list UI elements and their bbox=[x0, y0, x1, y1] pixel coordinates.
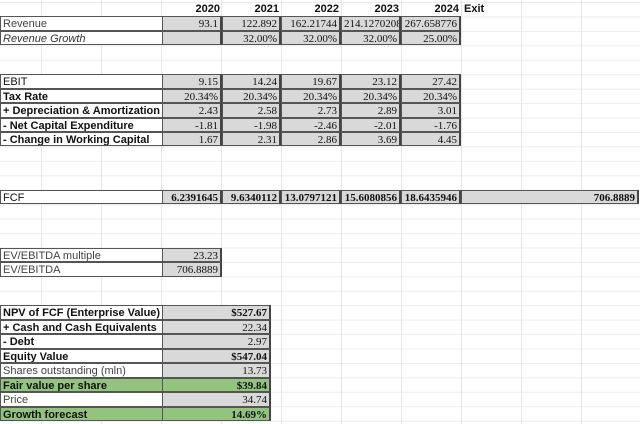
valuation-label: NPV of FCF (Enterprise Value) bbox=[0, 305, 162, 320]
value-cell[interactable]: 2.43 bbox=[162, 103, 222, 118]
valuation-value[interactable]: 34.74 bbox=[162, 392, 271, 407]
value-cell[interactable]: -2.46 bbox=[281, 117, 341, 133]
value-cell[interactable]: 14.24 bbox=[222, 74, 281, 89]
value-cell[interactable]: 9.15 bbox=[162, 74, 222, 89]
year-header: 2021 bbox=[254, 3, 279, 15]
value-cell[interactable]: 20.34% bbox=[222, 88, 281, 104]
ev-label: EV/EBITDA bbox=[0, 262, 162, 277]
value-cell[interactable]: 93.1 bbox=[162, 16, 222, 31]
fcf-cell[interactable]: 9.6340112 bbox=[222, 189, 281, 205]
value-cell[interactable]: -1.76 bbox=[401, 117, 461, 133]
value-cell[interactable]: 2.86 bbox=[281, 132, 341, 147]
valuation-value[interactable]: 22.34 bbox=[162, 319, 271, 335]
year-header: 2022 bbox=[314, 3, 339, 15]
ev-value[interactable]: 706.8889 bbox=[162, 262, 222, 277]
value-cell[interactable]: 2.31 bbox=[222, 132, 281, 147]
value-cell[interactable]: 27.42 bbox=[401, 74, 461, 89]
valuation-value[interactable]: 13.73 bbox=[162, 363, 271, 378]
valuation-value[interactable]: 14.69% bbox=[162, 406, 271, 422]
valuation-value[interactable]: 2.97 bbox=[162, 334, 271, 349]
valuation-label: Equity Value bbox=[0, 348, 162, 364]
value-cell[interactable]: 4.45 bbox=[401, 132, 461, 147]
fcf-cell[interactable]: 15.6080856 bbox=[341, 189, 401, 205]
row-label: + Depreciation & Amortization bbox=[0, 103, 162, 118]
value-cell[interactable]: 214.1270208 bbox=[341, 16, 401, 31]
fcf-exit-cell[interactable]: 706.8889 bbox=[461, 189, 639, 205]
value-cell[interactable]: 2.73 bbox=[281, 103, 341, 118]
row-label: - Net Capital Expenditure bbox=[0, 117, 162, 133]
fcf-label: FCF bbox=[0, 189, 162, 205]
value-cell[interactable]: 162.21744 bbox=[281, 16, 341, 31]
value-cell[interactable]: 3.01 bbox=[401, 103, 461, 118]
value-cell[interactable]: 2.89 bbox=[341, 103, 401, 118]
ev-label: EV/EBITDA multiple bbox=[0, 247, 162, 263]
year-header: 2024 bbox=[434, 3, 459, 15]
value-cell[interactable]: 19.67 bbox=[281, 74, 341, 89]
row-label: Revenue Growth bbox=[0, 30, 162, 46]
valuation-label: Price bbox=[0, 392, 162, 407]
valuation-value[interactable]: $527.67 bbox=[162, 305, 271, 320]
value-cell[interactable]: 20.34% bbox=[162, 88, 222, 104]
value-cell[interactable]: 122.892 bbox=[222, 16, 281, 31]
value-cell[interactable]: 32.00% bbox=[341, 30, 401, 46]
row-label: Revenue bbox=[0, 16, 162, 31]
row-label: - Change in Working Capital bbox=[0, 132, 162, 147]
fcf-cell[interactable]: 6.2391645 bbox=[162, 189, 222, 205]
valuation-value[interactable]: $547.04 bbox=[162, 348, 271, 364]
valuation-label: - Debt bbox=[0, 334, 162, 349]
year-header: 2023 bbox=[374, 3, 399, 15]
value-cell[interactable]: 32.00% bbox=[222, 30, 281, 46]
valuation-label: Shares outstanding (mln) bbox=[0, 363, 162, 378]
year-header: 2020 bbox=[195, 3, 220, 15]
value-cell[interactable]: 25.00% bbox=[401, 30, 461, 46]
valuation-label: Fair value per share bbox=[0, 377, 162, 393]
value-cell[interactable]: -1.81 bbox=[162, 117, 222, 133]
row-label: EBIT bbox=[0, 74, 162, 89]
value-cell[interactable]: 3.69 bbox=[341, 132, 401, 147]
value-cell[interactable] bbox=[162, 30, 222, 46]
exit-header: Exit bbox=[464, 3, 485, 15]
valuation-value[interactable]: $39.84 bbox=[162, 377, 271, 393]
value-cell[interactable]: -2.01 bbox=[341, 117, 401, 133]
value-cell[interactable]: 20.34% bbox=[341, 88, 401, 104]
value-cell[interactable]: 20.34% bbox=[401, 88, 461, 104]
row-label: Tax Rate bbox=[0, 88, 162, 104]
value-cell[interactable]: 20.34% bbox=[281, 88, 341, 104]
value-cell[interactable]: 32.00% bbox=[281, 30, 341, 46]
value-cell[interactable]: -1.98 bbox=[222, 117, 281, 133]
value-cell[interactable]: 267.658776 bbox=[401, 16, 461, 31]
fcf-cell[interactable]: 13.0797121 bbox=[281, 189, 341, 205]
ev-value[interactable]: 23.23 bbox=[162, 247, 222, 263]
fcf-cell[interactable]: 18.6435946 bbox=[401, 189, 461, 205]
valuation-label: + Cash and Cash Equivalents bbox=[0, 319, 162, 335]
value-cell[interactable]: 2.58 bbox=[222, 103, 281, 118]
value-cell[interactable]: 23.12 bbox=[341, 74, 401, 89]
valuation-label: Growth forecast bbox=[0, 406, 162, 422]
value-cell[interactable]: 1.67 bbox=[162, 132, 222, 147]
